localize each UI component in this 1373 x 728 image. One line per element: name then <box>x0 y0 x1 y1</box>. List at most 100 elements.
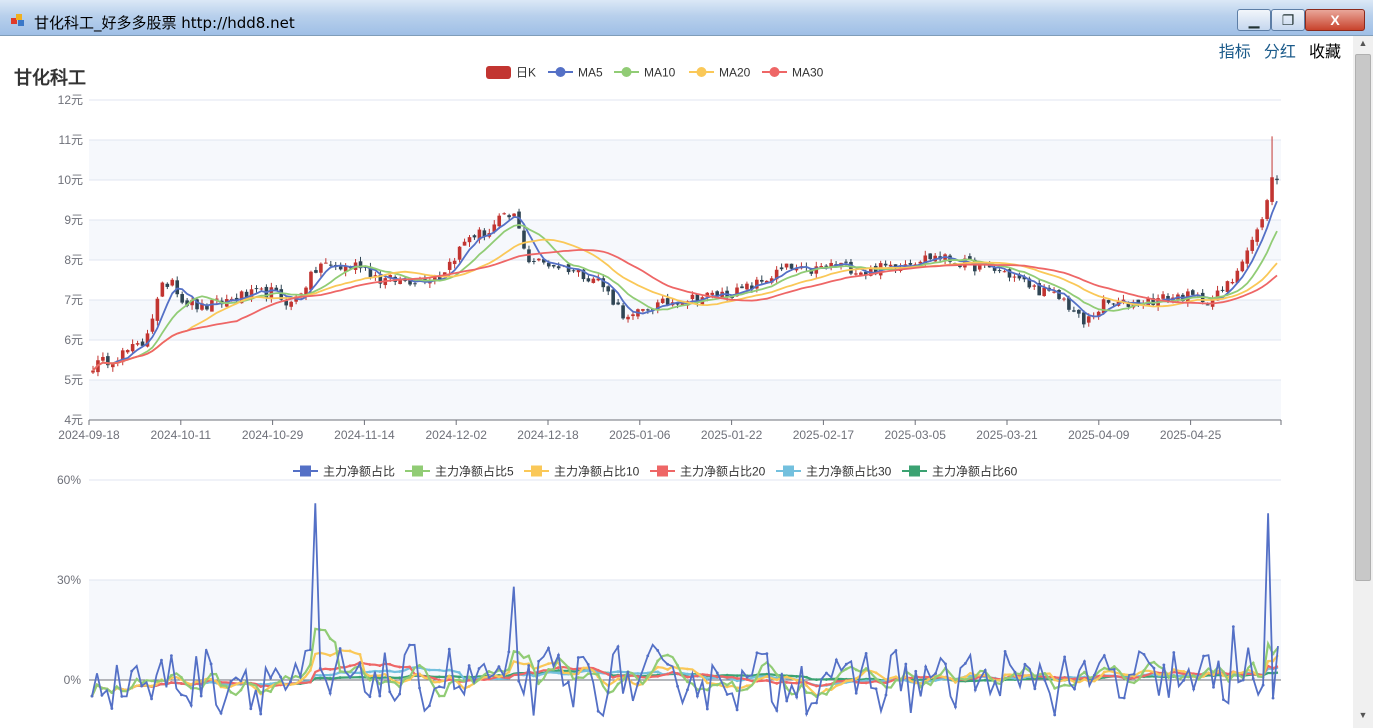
ratio-point <box>864 681 868 685</box>
ratio-point <box>447 668 451 672</box>
close-button[interactable]: X <box>1305 9 1365 31</box>
candle <box>1205 304 1210 306</box>
ratio-point <box>179 693 183 697</box>
ratio-point <box>189 704 193 707</box>
ratio-point <box>566 680 570 684</box>
ratio-point <box>765 678 769 682</box>
ratio-point <box>1003 673 1007 677</box>
candle <box>497 215 502 227</box>
ratio-point <box>686 680 689 684</box>
grid-band <box>89 220 1281 260</box>
candle <box>626 316 630 320</box>
ratio-point <box>815 701 818 705</box>
ratio-point <box>348 675 352 679</box>
ratio-point <box>457 682 461 686</box>
candle <box>824 265 828 267</box>
scroll-up-icon[interactable]: ▲ <box>1353 38 1373 54</box>
candle <box>328 264 333 266</box>
ratio-point <box>507 676 511 680</box>
ratio-point <box>785 681 789 684</box>
ratio-point <box>1222 670 1225 674</box>
ratio-point <box>1083 670 1086 674</box>
candle <box>125 350 130 353</box>
ratio-legend-swatch <box>783 465 794 477</box>
ratio-point <box>616 677 620 681</box>
ratio-point <box>537 682 541 685</box>
ratio-point <box>1003 650 1007 653</box>
ratio-legend-label: 主力净额占比 <box>323 464 395 479</box>
vertical-scrollbar[interactable]: ▲ ▼ <box>1353 36 1373 728</box>
ratio-point <box>715 671 719 675</box>
ratio-point <box>973 688 977 692</box>
candle <box>745 283 749 290</box>
x-tick-label: 2024-11-14 <box>334 428 395 442</box>
ratio-point <box>894 649 898 652</box>
candle <box>660 298 665 303</box>
candle <box>338 266 343 270</box>
ratio-point <box>328 654 332 657</box>
ratio-point <box>209 680 213 684</box>
ratio-point <box>457 685 461 688</box>
ratio-point <box>1172 674 1176 678</box>
ratio-point <box>348 664 352 668</box>
scroll-down-icon[interactable]: ▼ <box>1353 710 1373 726</box>
ratio-point <box>437 694 441 698</box>
scroll-thumb[interactable] <box>1355 54 1371 581</box>
ratio-point <box>944 662 947 666</box>
minimize-button[interactable]: ▁ <box>1237 9 1271 31</box>
ratio-point <box>924 665 928 669</box>
ratio-point <box>299 679 302 683</box>
ratio-point <box>1112 667 1116 671</box>
ratio-point <box>557 653 560 657</box>
ratio-point <box>735 708 739 712</box>
ratio-point <box>844 667 848 671</box>
ratio-point <box>160 682 163 686</box>
ratio-point <box>239 679 243 683</box>
candle <box>740 286 744 289</box>
ratio-point <box>1202 672 1205 676</box>
ratio-point <box>963 662 967 665</box>
ratio-point <box>259 712 263 716</box>
ratio-point <box>418 663 421 667</box>
candle <box>1106 300 1111 303</box>
ratio-point <box>725 676 729 679</box>
ratio-point <box>388 669 392 673</box>
y-tick-label: 6元 <box>64 333 83 347</box>
candle <box>130 344 135 352</box>
ratio-point <box>1192 687 1196 691</box>
maximize-button[interactable]: ❐ <box>1271 9 1305 31</box>
ratio-point <box>1053 713 1057 717</box>
legend-swatch-dot <box>555 67 566 77</box>
ratio-point <box>229 690 233 694</box>
ratio-point <box>90 694 94 698</box>
ratio-point <box>666 668 670 671</box>
candle <box>1255 229 1259 242</box>
candle <box>314 270 318 273</box>
ratio-point <box>1063 655 1067 659</box>
candle <box>1245 250 1250 264</box>
candle <box>1220 289 1225 291</box>
candle <box>155 298 160 321</box>
ratio-point <box>1003 677 1007 680</box>
ratio-point <box>993 680 997 683</box>
ratio-point <box>368 670 372 674</box>
ratio-point <box>368 663 372 666</box>
ratio-point <box>140 684 144 688</box>
candle <box>1270 177 1274 202</box>
candle <box>997 270 1002 272</box>
candle <box>1081 312 1086 325</box>
ratio-point <box>775 681 779 685</box>
candle <box>1250 239 1255 251</box>
ratio-point <box>398 665 402 669</box>
candle <box>844 261 848 263</box>
ratio-point <box>844 679 848 683</box>
ratio-point <box>795 679 799 682</box>
ratio-point <box>328 637 332 641</box>
ratio-point <box>596 673 600 676</box>
ratio-point <box>428 704 431 708</box>
candle <box>472 235 477 238</box>
candle <box>165 283 170 287</box>
ratio-legend-swatch <box>531 465 542 477</box>
ratio-point <box>686 675 689 679</box>
ratio-point <box>854 668 858 672</box>
